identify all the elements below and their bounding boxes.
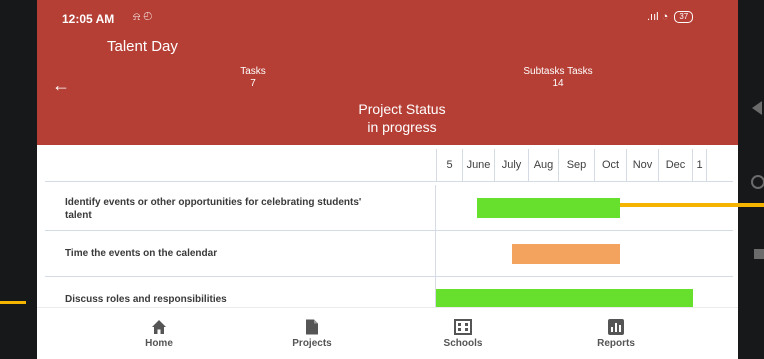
task-bar[interactable] <box>512 244 620 264</box>
system-back-icon[interactable] <box>752 101 762 115</box>
left-highlight-marker <box>0 301 26 304</box>
month-cell: 5 <box>437 149 463 181</box>
month-cell: Sep <box>559 149 595 181</box>
nav-home[interactable]: Home <box>114 318 204 349</box>
nav-reports-label: Reports <box>597 338 635 349</box>
notification-icons: ⍾ ◴ <box>133 11 153 23</box>
document-icon <box>306 319 318 335</box>
tasks-stat: Tasks 7 <box>233 66 273 90</box>
nav-projects-label: Projects <box>292 338 332 349</box>
month-cell: Oct <box>595 149 627 181</box>
subtasks-label: Subtasks Tasks <box>523 66 593 77</box>
status-icons: .ııl ◔ 37 <box>647 11 694 23</box>
task-label: Identify events or other opportunities f… <box>65 197 362 221</box>
task-bar[interactable] <box>436 289 693 309</box>
bottom-navigation: Home Projects Schools Reports <box>37 307 738 359</box>
status-bar: 12:05 AM ⍾ ◴ .ııl ◔ 37 <box>37 0 738 35</box>
project-status: Project Status in progress <box>327 100 477 136</box>
nav-schools[interactable]: Schools <box>418 318 508 349</box>
project-status-title: Project Status <box>358 101 446 117</box>
subtasks-stat: Subtasks Tasks 14 <box>503 66 613 90</box>
month-cell: Aug <box>529 149 559 181</box>
task-label: Time the events on the calendar <box>65 248 218 259</box>
task-bar[interactable] <box>477 198 620 218</box>
home-icon <box>152 320 166 334</box>
signal-wifi-icon: .ııl ◔ <box>647 11 669 23</box>
header-divider <box>45 181 733 182</box>
month-cell: Nov <box>627 149 659 181</box>
nav-home-label: Home <box>145 338 173 349</box>
project-title: Talent Day <box>107 38 178 55</box>
app-screen: 12:05 AM ⍾ ◴ .ııl ◔ 37 Talent Day ← Task… <box>37 0 738 359</box>
right-highlight-marker <box>620 203 764 207</box>
subtasks-count: 14 <box>552 78 564 89</box>
row-separator <box>435 231 436 276</box>
system-recents-icon[interactable] <box>754 249 764 259</box>
task-row[interactable]: Time the events on the calendar <box>45 231 733 277</box>
gantt-chart: 5 June July Aug Sep Oct Nov Dec 1 Identi… <box>37 145 738 322</box>
tasks-count: 7 <box>250 78 256 89</box>
task-row[interactable]: Identify events or other opportunities f… <box>45 185 733 231</box>
chart-icon <box>608 319 624 335</box>
month-header-row: 5 June July Aug Sep Oct Nov Dec 1 <box>436 149 707 181</box>
battery-icon: 37 <box>674 11 694 23</box>
nav-schools-label: Schools <box>443 338 483 349</box>
system-home-icon[interactable] <box>751 175 764 189</box>
back-arrow-icon[interactable]: ← <box>52 75 70 96</box>
month-cell: Dec <box>659 149 693 181</box>
status-time: 12:05 AM <box>62 12 115 26</box>
month-cell: June <box>463 149 495 181</box>
left-bezel <box>0 0 37 359</box>
app-header: 12:05 AM ⍾ ◴ .ııl ◔ 37 Talent Day ← Task… <box>37 0 738 145</box>
nav-reports[interactable]: Reports <box>571 318 661 349</box>
building-icon <box>454 319 472 335</box>
project-status-value: in progress <box>367 119 437 135</box>
row-separator <box>435 185 436 230</box>
month-cell: 1 <box>693 149 707 181</box>
month-cell: July <box>495 149 529 181</box>
task-label: Discuss roles and responsibilities <box>65 294 227 305</box>
tasks-label: Tasks <box>240 66 266 77</box>
nav-projects[interactable]: Projects <box>267 318 357 349</box>
